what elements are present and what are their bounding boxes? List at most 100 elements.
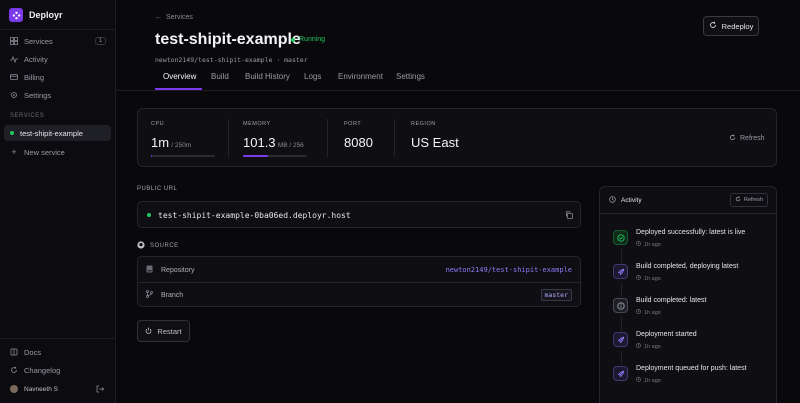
activity-time-label: 1h ago [644,309,661,316]
divider [600,213,776,214]
metric-region: REGION US East [411,121,459,150]
tab-build[interactable]: Build [211,72,229,81]
repo-icon [146,265,153,275]
sidebar-item-activity[interactable]: Activity [4,51,112,67]
metric-label: CPU [151,121,165,127]
activity-item-time: 1h ago [636,377,661,384]
redeploy-button[interactable]: Redeploy [703,16,759,36]
breadcrumb[interactable]: ← Services [155,14,193,21]
count-badge: 1 [94,37,106,45]
copy-icon[interactable] [565,211,573,221]
metrics-card: CPU 1m / 250m MEMORY 101.3 MB / 256 PORT… [137,108,777,167]
repository-row: Repository newton2149/test-shipit-exampl… [146,258,572,282]
status-dot [10,131,14,135]
status-dot [147,213,151,217]
public-url-card[interactable]: test-shipit-example-0ba06ed.deployr.host [137,201,581,228]
metric-cpu: CPU 1m / 250m [151,121,215,157]
app-name: Deployr [29,10,63,20]
memory-usage-fill [243,155,269,157]
divider [0,29,116,30]
redeploy-label: Redeploy [721,21,754,31]
check-icon [613,230,628,245]
activity-item-time: 1h ago [636,343,661,350]
user-profile[interactable]: Navneeth S [10,385,58,393]
activity-item: Deployment queued for push: latest 1h ago [610,363,770,393]
book-icon [10,348,18,356]
sidebar-item-label: Billing [24,72,45,82]
user-name: Navneeth S [24,385,58,393]
repository-link[interactable]: newton2149/test-shipit-example [446,266,572,274]
activity-title: Activity [621,197,642,204]
restart-label: Restart [157,326,182,336]
github-icon [137,241,145,251]
source-card: Repository newton2149/test-shipit-exampl… [137,256,582,307]
activity-time-label: 1h ago [644,343,661,350]
activity-item-title: Deployed successfully: latest is live [636,229,746,236]
grid-icon [10,37,18,45]
card-icon [10,73,18,81]
sidebar-item-settings[interactable]: Settings [4,87,112,103]
sidebar-item-label: Activity [24,54,48,64]
source-header: SOURCE [137,241,179,251]
brand[interactable]: Deployr [9,8,63,22]
metric-value: 1m / 250m [151,135,191,150]
divider [228,119,229,157]
new-service-button[interactable]: + New service [4,144,112,160]
repository-label: Repository [161,266,195,274]
activity-item-time: 1h ago [636,309,661,316]
power-icon [145,326,152,336]
status-badge: Running [291,36,325,43]
activity-item: Deployment started 1h ago [610,329,770,359]
branch-tag: master [540,289,572,301]
divider [116,90,800,91]
tab-environment[interactable]: Environment [338,72,383,81]
activity-time-label: 1h ago [644,275,661,282]
rocket-icon [613,264,628,279]
clock-icon [636,309,641,316]
activity-item: Deployed successfully: latest is live 1h … [610,227,770,257]
metrics-refresh-button[interactable]: Refresh [729,134,765,143]
sidebar-item-service[interactable]: test-shipit-example [4,125,111,141]
metric-value: 8080 [344,135,373,150]
logout-icon[interactable] [96,385,105,395]
activity-item-time: 1h ago [636,275,661,282]
divider [327,119,328,157]
branch-row: Branch master [146,283,572,307]
sidebar-item-changelog[interactable]: Changelog [4,362,112,378]
logo-icon [9,8,23,22]
clock-icon [609,196,616,205]
status-label: Running [299,36,326,43]
activity-refresh-button[interactable]: Refresh [730,193,768,207]
activity-panel: Activity Refresh Deployed successfully: … [599,186,777,403]
memory-value: 101.3 [243,135,276,150]
status-dot [291,37,295,42]
sidebar-item-label: Services [24,36,53,46]
tab-logs[interactable]: Logs [304,72,321,81]
public-url-link[interactable]: test-shipit-example-0ba06ed.deployr.host [158,211,351,220]
tab-overview[interactable]: Overview [163,72,196,81]
sidebar-item-services[interactable]: Services 1 [4,33,112,49]
sidebar-item-docs[interactable]: Docs [4,344,112,360]
plus-icon: + [11,147,17,157]
source-label: SOURCE [150,243,179,249]
activity-item-title: Deployment queued for push: latest [636,365,747,372]
restart-button[interactable]: Restart [137,320,190,342]
metric-label: PORT [344,121,362,127]
branch-label: Branch [161,291,184,299]
activity-item: Build completed, deploying latest 1h ago [610,261,770,291]
tab-build-history[interactable]: Build History [245,72,290,81]
service-name: test-shipit-example [20,128,83,138]
sidebar-item-label: Changelog [24,365,61,375]
clock-icon [636,343,641,350]
activity-time-label: 1h ago [644,377,661,384]
breadcrumb-label: Services [166,14,193,21]
metric-label: MEMORY [243,121,271,127]
refresh-icon [729,134,736,143]
tab-settings[interactable]: Settings [396,72,425,81]
metric-value: 101.3 MB / 256 [243,135,304,150]
page-title: test-shipit-example [155,31,301,48]
cpu-unit: / 250m [171,142,192,149]
pulse-icon [10,55,18,63]
sidebar-item-billing[interactable]: Billing [4,69,112,85]
metric-value: US East [411,135,459,150]
